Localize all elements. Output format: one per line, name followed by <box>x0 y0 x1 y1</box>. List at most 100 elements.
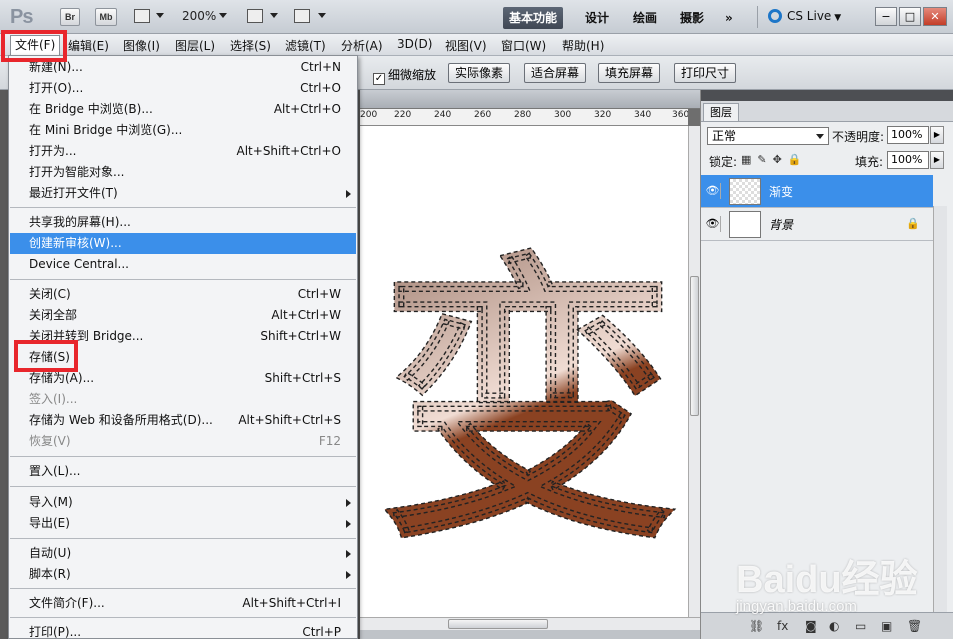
opacity-input[interactable]: 100% <box>887 126 929 144</box>
minimize-button[interactable]: − <box>875 7 897 26</box>
layer-row-gradient[interactable]: 👁 渐变 <box>701 175 933 208</box>
workspace-essentials[interactable]: 基本功能 <box>503 7 564 29</box>
layer-row-background[interactable]: 👁 背景 🔒 <box>701 208 933 241</box>
menu-window[interactable]: 窗口(W) <box>501 37 546 54</box>
trash-icon[interactable]: 🗑 <box>907 619 922 633</box>
submenu-arrow-icon <box>346 571 351 579</box>
scroll-thumb[interactable] <box>690 276 699 416</box>
fx-icon[interactable]: fx <box>777 619 788 633</box>
workspace-painting[interactable]: 绘画 <box>627 7 663 29</box>
cs-live-menu[interactable]: CS Live ▼ <box>768 9 841 23</box>
menu-view[interactable]: 视图(V) <box>445 37 487 54</box>
ruler-label: 260 <box>474 110 492 120</box>
menu-item-open-smart-object[interactable]: 打开为智能对象... <box>10 162 356 183</box>
layers-panel-footer: ⛓ fx ◙ ◐ ▭ ▣ 🗑 <box>701 612 953 639</box>
workspace-design[interactable]: 设计 <box>579 7 615 29</box>
menu-separator <box>10 279 356 280</box>
watermark-logo: Baidu经验 <box>736 559 918 601</box>
chevron-down-icon[interactable] <box>318 13 326 18</box>
menu-select[interactable]: 选择(S) <box>230 37 271 54</box>
menu-item-share-screen[interactable]: 共享我的屏幕(H)... <box>10 212 356 233</box>
visibility-eye-icon[interactable]: 👁 <box>705 183 721 199</box>
menu-item-browse-bridge[interactable]: 在 Bridge 中浏览(B)... Alt+Ctrl+O <box>10 99 356 120</box>
zoom-level[interactable]: 200% <box>182 9 216 23</box>
menu-item-file-info[interactable]: 文件简介(F)... Alt+Shift+Ctrl+I <box>10 593 356 614</box>
screen-mode-icon[interactable] <box>294 9 310 23</box>
maximize-button[interactable]: □ <box>899 7 921 26</box>
link-layers-icon[interactable]: ⛓ <box>749 619 764 633</box>
lock-icons[interactable]: ▦✎✥🔒 <box>741 153 808 166</box>
close-button[interactable]: ✕ <box>923 7 947 26</box>
menu-separator <box>10 617 356 618</box>
menu-item-save-for-web[interactable]: 存储为 Web 和设备所用格式(D)... Alt+Shift+Ctrl+S <box>10 410 356 431</box>
vertical-scrollbar[interactable] <box>688 126 700 617</box>
watermark-url: jingyan.baidu.com <box>736 598 857 615</box>
menu-item-import[interactable]: 导入(M) <box>10 492 356 513</box>
divider <box>757 6 758 28</box>
new-layer-icon[interactable]: ▣ <box>881 619 892 633</box>
menu-item-recent-files[interactable]: 最近打开文件(T) <box>10 183 356 204</box>
menu-item-place[interactable]: 置入(L)... <box>10 461 356 482</box>
menu-item-export[interactable]: 导出(E) <box>10 513 356 534</box>
scroll-thumb[interactable] <box>448 619 548 629</box>
layer-thumbnail <box>729 178 761 205</box>
cs-live-icon <box>768 9 782 23</box>
horizontal-scrollbar[interactable] <box>360 617 700 630</box>
visibility-eye-icon[interactable]: 👁 <box>705 216 721 232</box>
mini-bridge-button[interactable]: Mb <box>95 8 117 26</box>
menu-edit[interactable]: 编辑(E) <box>68 37 109 54</box>
fine-zoom-checkbox[interactable]: ✓ 细微缩放 <box>373 66 436 85</box>
menu-item-open-as[interactable]: 打开为... Alt+Shift+Ctrl+O <box>10 141 356 162</box>
ruler-label: 280 <box>514 110 532 120</box>
mask-icon[interactable]: ◙ <box>805 619 817 633</box>
menu-item-revert: 恢复(V) F12 <box>29 434 341 448</box>
chevron-down-icon[interactable] <box>156 13 164 18</box>
canvas[interactable]: 变 <box>360 126 688 617</box>
menu-separator <box>10 486 356 487</box>
menu-filter[interactable]: 滤镜(T) <box>285 37 326 54</box>
actual-pixels-button[interactable]: 实际像素 <box>448 63 511 83</box>
more-workspaces-button[interactable]: » <box>719 7 739 29</box>
menu-item-print[interactable]: 打印(P)... Ctrl+P <box>10 622 356 639</box>
menu-image[interactable]: 图像(I) <box>123 37 160 54</box>
layer-name[interactable]: 渐变 <box>769 183 793 200</box>
fill-screen-button[interactable]: 填充屏幕 <box>598 63 661 83</box>
ruler-label: 320 <box>594 110 612 120</box>
annotation-box-file-menu <box>1 30 67 62</box>
bridge-button[interactable]: Br <box>60 8 80 26</box>
menu-item-automate[interactable]: 自动(U) <box>10 543 356 564</box>
fill-input[interactable]: 100% <box>887 151 929 169</box>
fill-slider-button[interactable]: ▶ <box>930 151 944 169</box>
menu-item-create-review[interactable]: 创建新审核(W)... <box>10 233 356 254</box>
workspace-photography[interactable]: 摄影 <box>674 7 710 29</box>
menu-item-open[interactable]: 打开(O)... Ctrl+O <box>10 78 356 99</box>
blend-mode-select[interactable]: 正常 <box>707 127 829 145</box>
menu-3d[interactable]: 3D(D) <box>397 37 432 51</box>
menu-item-check-in: 签入(I)... <box>29 392 78 406</box>
menu-item-browse-mini-bridge[interactable]: 在 Mini Bridge 中浏览(G)... <box>10 120 356 141</box>
chevron-down-icon[interactable] <box>270 13 278 18</box>
view-extras-icon[interactable] <box>134 9 150 23</box>
photoshop-logo: Ps <box>10 6 33 28</box>
tab-layers[interactable]: 图层 <box>703 103 739 121</box>
menu-help[interactable]: 帮助(H) <box>562 37 604 54</box>
menu-item-device-central[interactable]: Device Central... <box>10 254 356 275</box>
ruler-label: 340 <box>634 110 652 120</box>
document-tab[interactable] <box>360 90 700 109</box>
fit-screen-button[interactable]: 适合屏幕 <box>524 63 587 83</box>
menu-item-close-all[interactable]: 关闭全部 Alt+Ctrl+W <box>10 305 356 326</box>
menu-layer[interactable]: 图层(L) <box>175 37 215 54</box>
print-size-button[interactable]: 打印尺寸 <box>674 63 737 83</box>
menu-separator <box>10 456 356 457</box>
adjustment-layer-icon[interactable]: ◐ <box>829 619 839 633</box>
layer-name[interactable]: 背景 <box>769 216 793 233</box>
opacity-slider-button[interactable]: ▶ <box>930 126 944 144</box>
group-icon[interactable]: ▭ <box>855 619 866 633</box>
arrange-documents-icon[interactable] <box>247 9 263 23</box>
panel-scrollbar[interactable] <box>933 206 947 636</box>
menu-analysis[interactable]: 分析(A) <box>341 37 383 54</box>
panel-header <box>701 90 953 101</box>
menu-item-scripts[interactable]: 脚本(R) <box>10 564 356 585</box>
menu-item-close[interactable]: 关闭(C) Ctrl+W <box>10 284 356 305</box>
chevron-down-icon[interactable] <box>219 13 227 18</box>
